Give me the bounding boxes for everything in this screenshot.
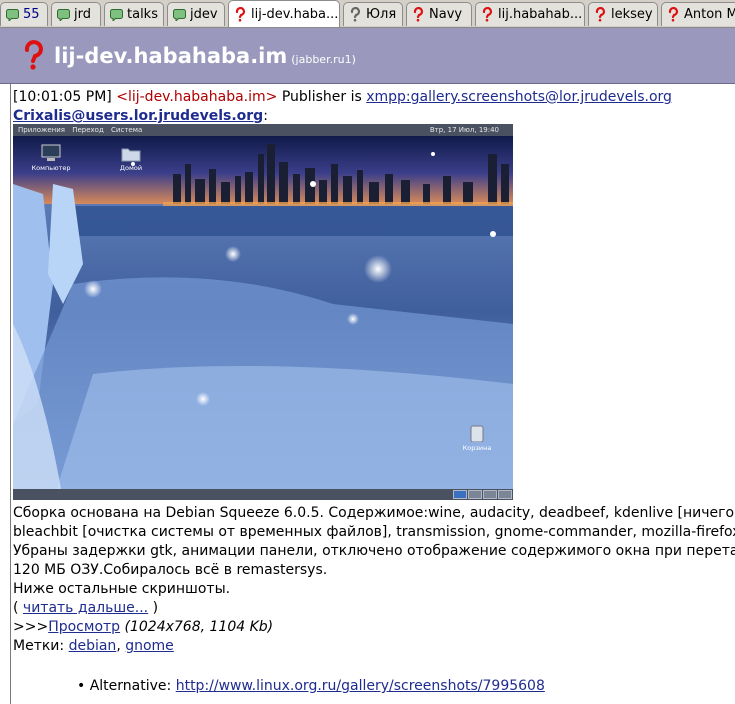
preview-line: >>>Просмотр (1024x768, 1104 Kb): [13, 618, 735, 637]
tag-debian-link[interactable]: debian: [69, 638, 117, 654]
preview-prefix: >>>: [13, 619, 49, 635]
tab-label: jrd: [74, 7, 91, 22]
tab-55[interactable]: 55: [0, 2, 48, 26]
question-icon: [593, 7, 607, 22]
tab-bar: 55 jrd talks jdev lij-dev.haba... Юля Na…: [0, 0, 735, 28]
message-body: Сборка основана на Debian Squeeze 6.0.5.…: [13, 504, 735, 656]
tab-label: 55: [23, 7, 40, 22]
bullet: •: [77, 678, 86, 694]
desktop-home-icon: Домой: [111, 144, 151, 172]
desktop-wallpaper: [13, 124, 513, 500]
tab-label: lij-dev.haba...: [251, 6, 339, 22]
preview-details: (1024x768, 1104 Kb): [124, 619, 274, 635]
tab-label: Navy: [429, 7, 463, 22]
question-icon: [411, 7, 425, 22]
chat-icon: [172, 8, 186, 22]
desktop-computer-icon: Компьютер: [31, 144, 71, 172]
workspace-switcher: [483, 490, 497, 499]
tab-jrd[interactable]: jrd: [51, 2, 101, 26]
workspace-switcher: [498, 490, 512, 499]
desktop-top-panel: Приложения Переход Система Втр, 17 Июл, …: [13, 124, 513, 136]
question-icon: [233, 6, 247, 21]
question-icon: [480, 7, 494, 22]
tab-label: Юля: [366, 7, 397, 22]
tab-anton[interactable]: Anton M: [661, 2, 735, 26]
body-line: bleachbit [очистка системы от временных …: [13, 524, 735, 540]
tab-lij-dev[interactable]: lij-dev.haba...: [228, 0, 340, 27]
chat-icon: [56, 8, 70, 22]
tab-lij-habahaba[interactable]: lij.habahab...: [475, 2, 585, 26]
tab-label: talks: [127, 7, 158, 22]
publisher-link[interactable]: xmpp:gallery.screenshots@lor.jrudevels.o…: [366, 89, 672, 105]
desktop-trash-label: Корзина: [462, 444, 492, 452]
chat-icon: [5, 8, 19, 22]
menu-system: Система: [111, 126, 143, 134]
message-timestamp: [10:01:05 PM]: [13, 89, 112, 105]
menu-applications: Приложения: [18, 126, 65, 134]
offline-question-icon: [348, 7, 362, 22]
paren-open: (: [13, 600, 23, 616]
jid-colon: :: [263, 108, 268, 124]
body-line: Сборка основана на Debian Squeeze 6.0.5.…: [13, 505, 735, 521]
tag-separator: ,: [116, 638, 121, 654]
question-icon: [666, 7, 680, 22]
body-line: Ниже остальные скриншоты.: [13, 581, 231, 597]
question-icon: [21, 40, 47, 72]
menu-places: Переход: [72, 126, 104, 134]
tab-yulya[interactable]: Юля: [343, 2, 403, 26]
author-jid-link[interactable]: Crixalis@users.lor.jrudevels.org: [13, 108, 263, 124]
alternative-line: • Alternative: http://www.linux.org.ru/g…: [77, 678, 545, 694]
publisher-text: Publisher is: [281, 89, 362, 105]
message-nick: <lij-dev.habahaba.im>: [116, 89, 278, 105]
tab-label: leksey: [611, 7, 653, 22]
tab-jdev[interactable]: jdev: [167, 2, 225, 26]
workspace-switcher: [453, 490, 467, 499]
screenshot-thumbnail[interactable]: Приложения Переход Система Втр, 17 Июл, …: [13, 124, 513, 500]
tab-leksey[interactable]: leksey: [588, 2, 658, 26]
workspace-switcher: [468, 490, 482, 499]
tags-label: Метки:: [13, 638, 65, 654]
chat-log[interactable]: [10:01:05 PM] <lij-dev.habahaba.im> Publ…: [10, 84, 735, 704]
read-more-link[interactable]: читать дальше...: [23, 600, 148, 616]
contact-server: (jabber.ru1): [291, 53, 356, 66]
desktop-bottom-panel: [13, 489, 513, 500]
tags-line: Метки: debian, gnome: [13, 637, 735, 656]
body-line: Убраны задержки gtk, анимации панели, от…: [13, 543, 735, 559]
chat-icon: [109, 8, 123, 22]
desktop-computer-label: Компьютер: [31, 164, 71, 172]
preview-link[interactable]: Просмотр: [48, 619, 120, 635]
tab-talks[interactable]: talks: [104, 2, 164, 26]
contact-name: lij-dev.habahaba.im: [54, 44, 288, 68]
paren-close: ): [148, 600, 159, 616]
tag-gnome-link[interactable]: gnome: [125, 638, 174, 654]
body-line: 120 МБ ОЗУ.Собиралось всё в remastersys.: [13, 562, 328, 578]
alternative-link[interactable]: http://www.linux.org.ru/gallery/screensh…: [176, 678, 545, 694]
contact-title: lij-dev.habahaba.im (jabber.ru1): [54, 44, 356, 68]
tab-label: lij.habahab...: [498, 7, 583, 22]
desktop-home-label: Домой: [119, 164, 143, 172]
read-more-line: ( читать дальше... ): [13, 599, 735, 618]
tab-label: jdev: [190, 7, 218, 22]
panel-clock: Втр, 17 Июл, 19:40: [429, 126, 499, 134]
tab-navy[interactable]: Navy: [406, 2, 472, 26]
desktop-trash-icon: Корзина: [457, 424, 497, 452]
chat-header: lij-dev.habahaba.im (jabber.ru1): [0, 28, 735, 84]
tab-label: Anton M: [684, 7, 735, 22]
message-header: [10:01:05 PM] <lij-dev.habahaba.im> Publ…: [13, 88, 735, 126]
alternative-label: Alternative:: [89, 678, 172, 694]
